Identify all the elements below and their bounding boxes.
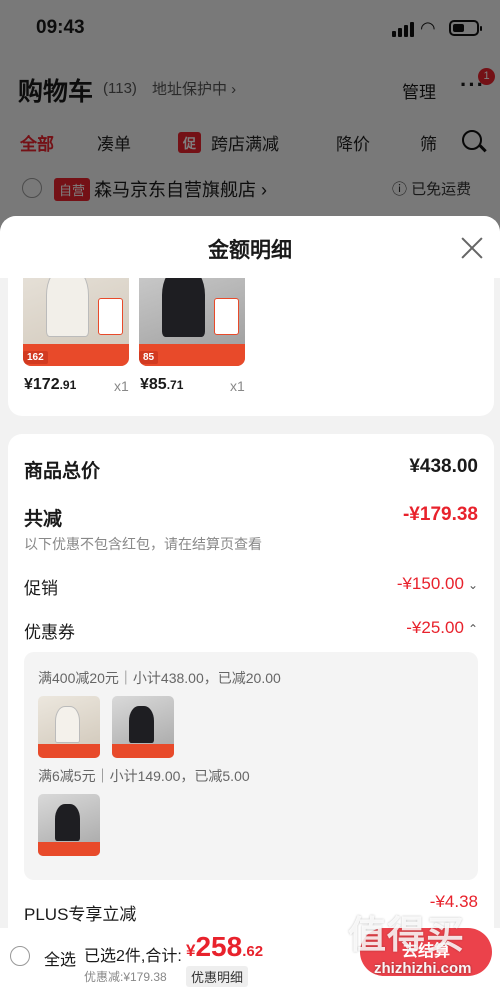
reduce-label: 共减 <box>24 509 63 530</box>
products-card: 162 85 ¥172.91 x1 ¥85.71 x1 <box>8 256 494 416</box>
chevron-down-icon: ⌄ <box>467 578 478 592</box>
discount-detail-button[interactable]: 优惠明细 <box>186 966 249 987</box>
promotion-label: 促销 <box>24 579 58 598</box>
total-price-label: 商品总价 <box>24 461 101 482</box>
product-price: ¥85.71 <box>140 376 184 393</box>
close-icon[interactable] <box>460 236 484 260</box>
product-price: ¥172.91 <box>24 376 77 393</box>
promo-price-tag: 162 <box>23 350 48 364</box>
plus-label: PLUS专享立减 <box>24 905 137 924</box>
coupon-detail-box: 满400减20元｜小计438.00，已减20.00 满6减5元｜小计149.00… <box>24 652 478 880</box>
watermark-logo: 值得买 <box>348 915 466 957</box>
total-price-value: ¥438.00 <box>409 456 478 477</box>
promo-sticker <box>213 297 239 336</box>
reduce-value: -¥179.38 <box>402 504 478 525</box>
select-all-label[interactable]: 全选 <box>44 946 76 970</box>
selected-summary: 已选2件,合计: <box>84 948 182 965</box>
discount-summary: 优惠减:¥179.38 <box>84 970 167 984</box>
coupon-rule: 满400减20元｜小计438.00，已减20.00 <box>38 670 281 686</box>
select-all-radio[interactable] <box>10 946 30 966</box>
coupon-value: -¥25.00 ⌃ <box>406 618 478 637</box>
coupon-rule: 满6减5元｜小计149.00，已减5.00 <box>38 768 250 784</box>
reduce-hint: 以下优惠不包含红包，请在结算页查看 <box>24 536 262 552</box>
total-amount: ¥258.62 <box>186 931 264 962</box>
sheet-header: 金额明细 <box>0 216 500 278</box>
coupon-product-image <box>38 696 100 758</box>
product-qty: x1 <box>114 378 129 394</box>
sheet-title: 金额明细 <box>208 239 292 262</box>
watermark-url: zhizhizhi.com <box>374 960 472 977</box>
product-qty: x1 <box>230 378 245 394</box>
promo-sticker <box>97 297 123 336</box>
coupon-product-image <box>112 696 174 758</box>
promotion-value: -¥150.00 ⌄ <box>396 574 478 593</box>
chevron-up-icon: ⌃ <box>467 622 478 636</box>
promo-price-tag: 85 <box>139 350 159 364</box>
coupon-product-image <box>38 794 100 856</box>
coupon-label: 优惠券 <box>24 623 75 642</box>
amount-detail-sheet: 162 85 ¥172.91 x1 ¥85.71 x1 金额明细 商品总价 ¥4… <box>0 216 500 990</box>
